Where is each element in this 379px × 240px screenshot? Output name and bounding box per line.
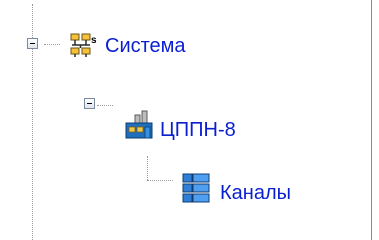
network-system-icon: s	[70, 33, 97, 57]
tree-connector-plant-vertical	[147, 156, 148, 180]
tree-node-channels-label[interactable]: Каналы	[220, 181, 291, 205]
tree-connector-channels	[147, 180, 173, 181]
collapse-system-icon[interactable]	[27, 38, 38, 49]
svg-text:s: s	[91, 35, 97, 46]
tree-node-plant-label[interactable]: ЦППН-8	[160, 118, 236, 142]
tree-connector-root	[44, 44, 60, 45]
collapse-plant-icon[interactable]	[84, 98, 95, 109]
channels-icon	[182, 173, 210, 203]
tree-right-border	[371, 0, 372, 240]
industrial-plant-icon	[125, 110, 153, 139]
object-tree-view: s Система ЦППН-8 Каналы	[0, 0, 379, 240]
tree-connector-plant	[97, 105, 113, 106]
tree-node-system-label[interactable]: Система	[105, 34, 186, 58]
